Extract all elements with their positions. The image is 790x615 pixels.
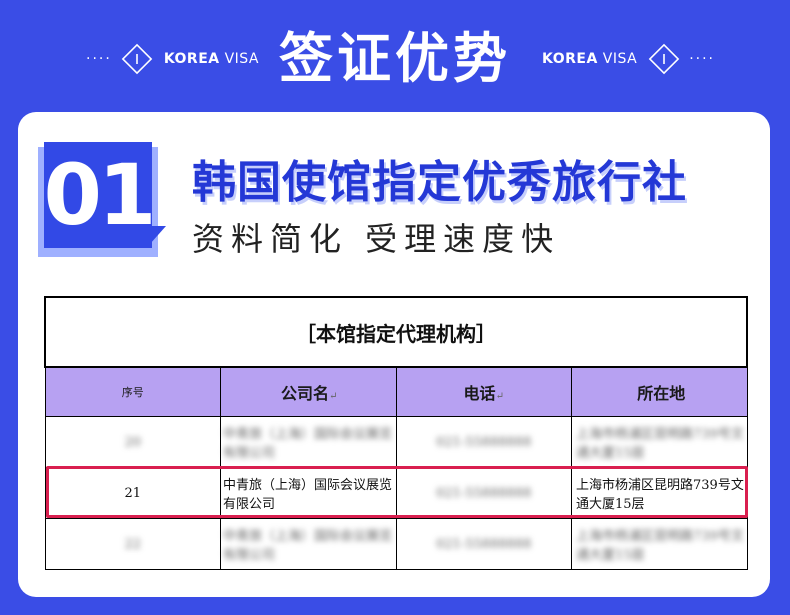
header-right-brand: KOREA VISA ····: [542, 42, 715, 76]
section-title: 韩国使馆指定优秀旅行社: [192, 157, 687, 208]
row-address: 上海市杨浦区昆明路739号文通大厦15层: [571, 467, 748, 519]
table-header-row: 序号 公司名↵ 电话↵ 所在地: [44, 366, 748, 417]
diamond-info-icon: [647, 42, 681, 76]
return-mark: ↵: [495, 391, 504, 402]
brand-light: VISA: [602, 51, 638, 67]
return-mark: ↵: [329, 391, 338, 402]
brand-label: KOREA VISA: [542, 51, 637, 67]
row-company: 中青旅（上海）国际会议展览有限公司: [220, 467, 397, 519]
header-cell-address: 所在地: [571, 366, 748, 417]
table-row: 22 中青旅（上海）国际会议展览有限公司 021-55888888 上海市杨浦区…: [44, 518, 748, 570]
header-company-label: 公司名: [281, 384, 330, 403]
header-cell-company: 公司名↵: [220, 366, 397, 417]
table-row-highlighted: 21 中青旅（上海）国际会议展览有限公司 021-55888888 上海市杨浦区…: [44, 467, 748, 519]
row-phone: 021-55888888: [395, 518, 572, 570]
header-no-label: 序号: [121, 386, 144, 399]
header-cell-phone: 电话↵: [395, 366, 572, 417]
table-row: 20 中青旅（上海）国际会议展览有限公司 021-55888888 上海市杨浦区…: [44, 416, 748, 468]
row-no: 22: [44, 518, 221, 570]
row-no: 21: [44, 467, 221, 519]
header-address-label: 所在地: [637, 384, 686, 403]
row-no: 20: [44, 416, 221, 468]
header-phone-label: 电话: [463, 384, 496, 403]
table-title-row: ［本馆指定代理机构］: [44, 296, 748, 368]
row-company: 中青旅（上海）国际会议展览有限公司: [220, 518, 397, 570]
header: ···· KOREA VISA 签证优势 KOREA VISA ····: [0, 0, 790, 112]
row-company: 中青旅（上海）国际会议展览有限公司: [220, 416, 397, 468]
section-subtitle: 资料简化 受理速度快: [192, 220, 561, 258]
decor-dots: ····: [689, 51, 716, 67]
badge-tail: [150, 226, 166, 244]
row-address: 上海市杨浦区昆明路739号文通大厦15层: [571, 518, 748, 570]
row-phone: 021-55888888: [395, 416, 572, 468]
header-cell-no: 序号: [44, 366, 221, 417]
row-address: 上海市杨浦区昆明路739号文通大厦15层: [571, 416, 748, 468]
brand-bold: KOREA: [542, 51, 598, 67]
row-phone: 021-55888888: [395, 467, 572, 519]
section-number-badge: 01: [44, 142, 156, 248]
agency-table: ［本馆指定代理机构］ 序号 公司名↵ 电话↵ 所在地 20 中青旅（上海）国际会…: [44, 296, 748, 570]
table-title: ［本馆指定代理机构］: [44, 296, 748, 368]
